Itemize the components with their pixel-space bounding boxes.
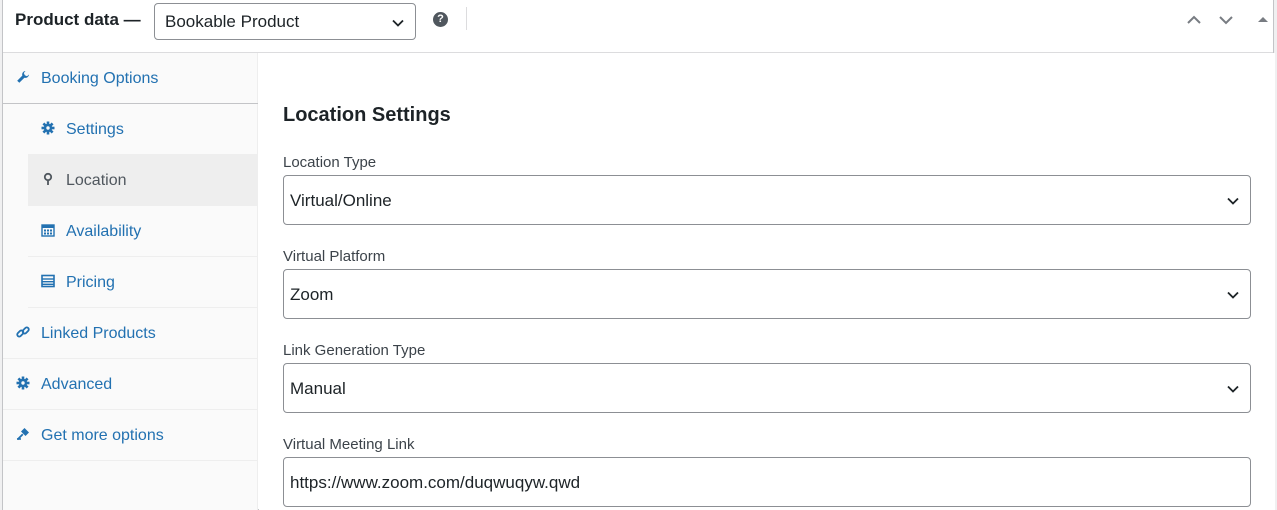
link-generation-type-value: Manual [290, 379, 346, 398]
help-icon[interactable]: ? [433, 12, 448, 27]
virtual-meeting-link-label: Virtual Meeting Link [283, 436, 415, 453]
tab-label: Pricing [66, 274, 115, 291]
tab-get-more-options[interactable]: Get more options [3, 410, 258, 461]
location-settings-panel: Location Settings Location Type Virtual/… [259, 53, 1275, 510]
chevron-down-icon[interactable] [1218, 12, 1234, 28]
header-divider [466, 7, 467, 30]
product-type-select[interactable]: Bookable Product [154, 3, 416, 40]
section-title: Location Settings [283, 104, 451, 126]
virtual-platform-select[interactable]: Zoom [283, 269, 1251, 319]
chevron-down-icon [1227, 385, 1239, 393]
tab-settings[interactable]: Settings [28, 104, 258, 155]
tab-label: Get more options [41, 427, 164, 444]
location-type-select[interactable]: Virtual/Online [283, 175, 1251, 225]
tab-linked-products[interactable]: Linked Products [3, 308, 258, 359]
link-icon [16, 326, 30, 338]
wrench-icon [17, 71, 29, 83]
tab-label: Booking Options [41, 70, 159, 87]
plug-icon [16, 428, 29, 441]
panel-title: Product data — [15, 10, 141, 29]
tab-label: Advanced [41, 376, 113, 393]
tab-availability[interactable]: Availability [28, 206, 258, 257]
tab-label: Availability [66, 223, 142, 240]
product-data-tabs: Booking Options Settings Location Availa… [3, 53, 258, 510]
tab-label: Linked Products [41, 325, 156, 342]
tab-booking-options[interactable]: Booking Options [3, 53, 258, 104]
chevron-down-icon [1227, 197, 1239, 205]
location-pin-icon [43, 172, 53, 185]
list-icon [41, 274, 55, 288]
chevron-up-icon[interactable] [1186, 12, 1202, 28]
collapse-toggle-icon[interactable] [1255, 12, 1271, 28]
tab-label: Location [66, 172, 127, 189]
tab-location[interactable]: Location [28, 155, 258, 206]
tab-pricing[interactable]: Pricing [28, 257, 258, 308]
gear-icon [41, 121, 55, 135]
panel-header: Product data — Bookable Product ? [3, 0, 1273, 53]
tab-advanced[interactable]: Advanced [3, 359, 258, 410]
chevron-down-icon [1227, 291, 1239, 299]
link-generation-type-select[interactable]: Manual [283, 363, 1251, 413]
location-type-value: Virtual/Online [290, 191, 392, 210]
gear-icon [16, 376, 30, 390]
tab-label: Settings [66, 121, 124, 138]
virtual-meeting-link-value: https://www.zoom.com/duqwuqyw.qwd [290, 473, 581, 492]
virtual-meeting-link-input[interactable]: https://www.zoom.com/duqwuqyw.qwd [283, 457, 1251, 507]
calendar-icon [41, 224, 55, 237]
link-generation-type-label: Link Generation Type [283, 342, 426, 359]
chevron-down-icon [392, 19, 404, 27]
virtual-platform-label: Virtual Platform [283, 248, 386, 265]
product-type-value: Bookable Product [165, 12, 300, 31]
location-type-label: Location Type [283, 154, 377, 171]
product-data-panel: Product data — Bookable Product ? Bookin… [2, 0, 1275, 510]
virtual-platform-value: Zoom [290, 285, 334, 304]
